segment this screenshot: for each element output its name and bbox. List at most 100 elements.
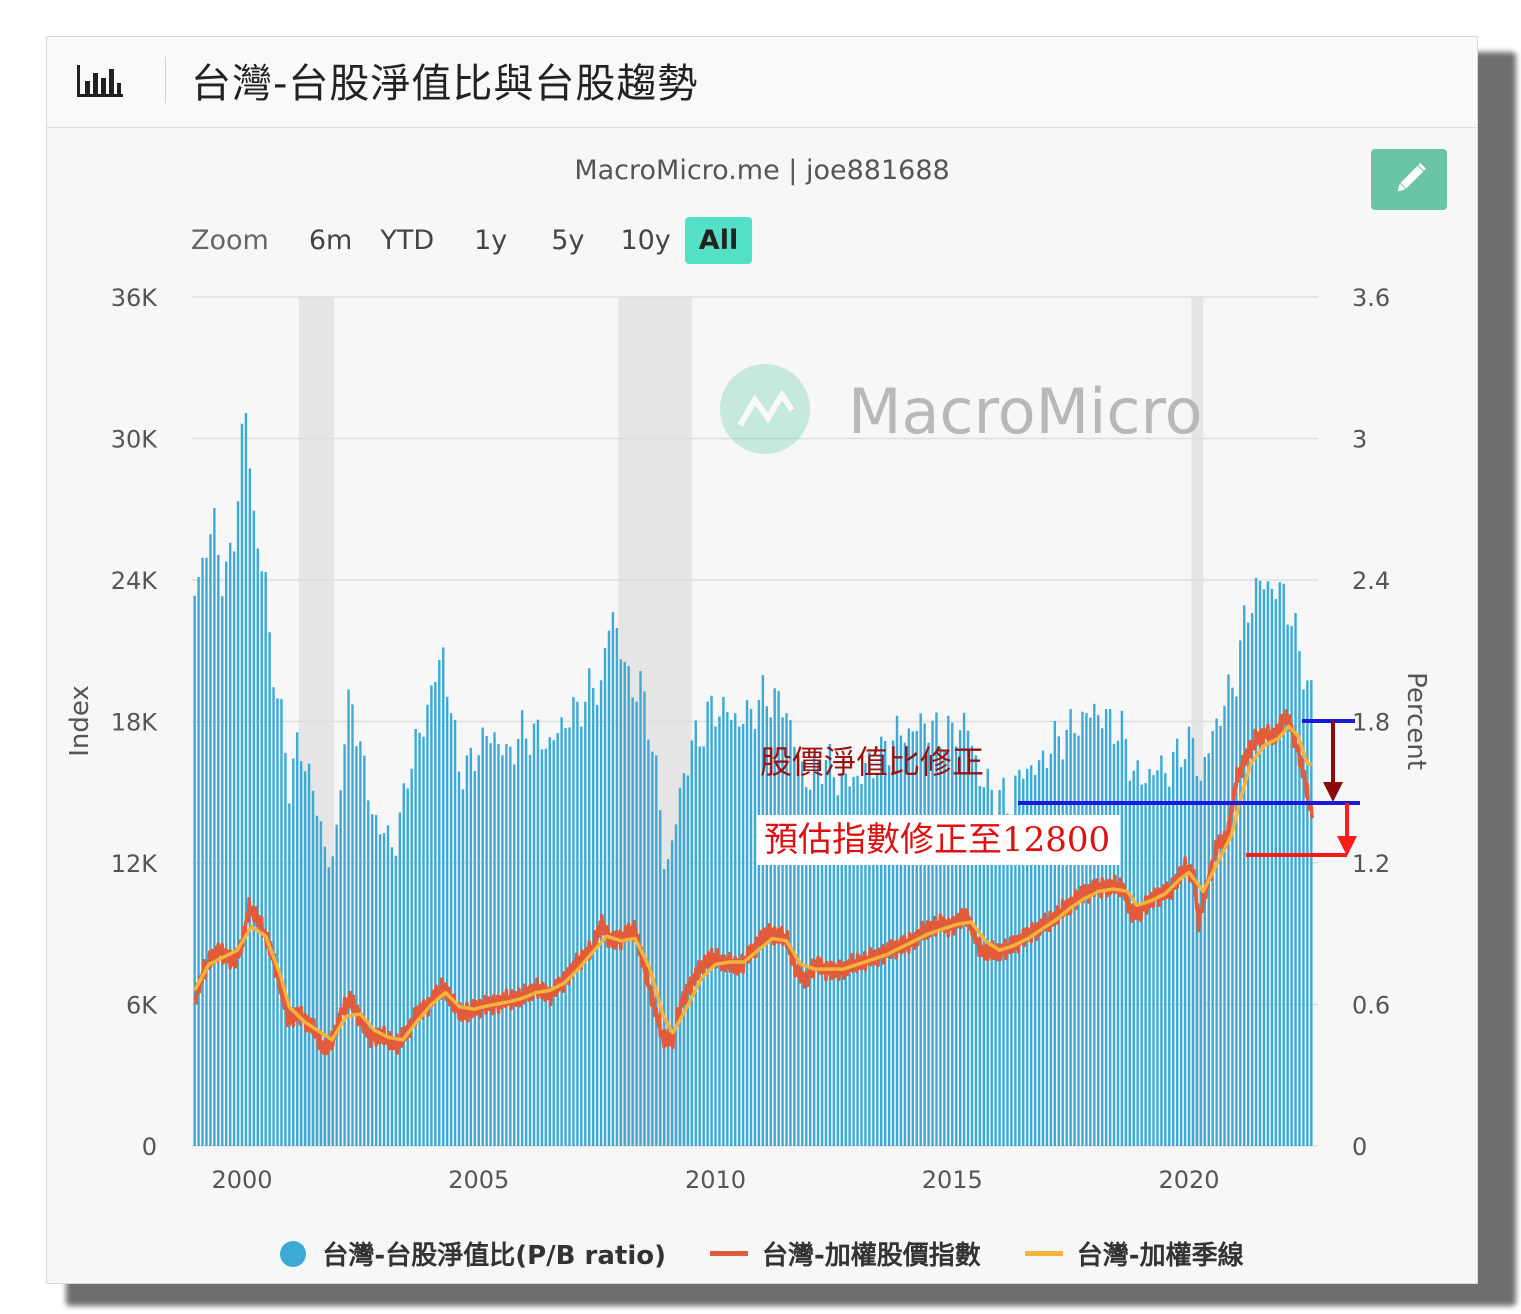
pb-bar: [1195, 776, 1199, 1146]
y-right-tick-label: 1.8: [1352, 709, 1390, 737]
y-right-tick-label: 0: [1352, 1133, 1367, 1161]
x-tick-label: 2020: [1158, 1166, 1219, 1194]
pb-bar: [438, 660, 441, 1146]
pb-bar: [974, 755, 978, 1146]
pb-bar: [1053, 720, 1057, 1146]
pb-bars: [193, 413, 1313, 1147]
pb-bar: [639, 671, 642, 1146]
pb-bar: [1049, 753, 1053, 1146]
chart-plot: 0 6K 12K 18K 24K 30K 36K 0 0.6 1.2 1.8 2.4 3 3.6 Index…: [65, 284, 1431, 1194]
pb-bar: [737, 726, 741, 1146]
pb-bar: [205, 557, 208, 1146]
pb-bar: [883, 741, 887, 1146]
pb-bar: [296, 732, 299, 1146]
pb-bar: [335, 824, 338, 1146]
pb-bar: [726, 712, 729, 1146]
pb-bar: [469, 747, 473, 1146]
pb-bar: [568, 727, 571, 1146]
pb-bar: [363, 755, 366, 1146]
pb-bar: [367, 800, 370, 1146]
pb-bar: [1085, 713, 1088, 1146]
pb-bar: [966, 730, 970, 1146]
pb-bar: [406, 788, 409, 1146]
pb-bar: [260, 571, 263, 1146]
pb-bar: [1294, 613, 1297, 1146]
y-right-tick-label: 3.6: [1352, 284, 1390, 312]
pb-bar: [1160, 755, 1163, 1146]
pb-bar: [710, 695, 713, 1146]
pb-bar: [280, 699, 283, 1146]
pb-bar: [564, 728, 567, 1146]
pb-bar: [734, 713, 737, 1146]
pb-bar: [548, 737, 551, 1146]
pb-bar: [524, 738, 528, 1146]
pb-bar: [1172, 751, 1175, 1146]
pb-bar: [1156, 770, 1159, 1146]
pb-bar: [1250, 613, 1254, 1146]
pb-bar: [1097, 715, 1100, 1146]
pb-bar: [1065, 729, 1068, 1146]
pb-bar: [513, 764, 516, 1146]
pb-bar: [209, 534, 212, 1146]
pb-bar: [1168, 786, 1171, 1146]
y-left-tick-label: 36K: [111, 284, 159, 312]
pb-bar: [228, 542, 232, 1146]
pb-bar: [540, 749, 544, 1146]
pb-bar: [1258, 580, 1262, 1146]
pb-bar: [749, 709, 753, 1146]
pb-bar: [576, 701, 579, 1146]
pb-bar: [1310, 680, 1313, 1146]
pb-bar: [1286, 624, 1289, 1146]
y-right-tick-label: 3: [1352, 426, 1367, 454]
pb-bar: [1246, 622, 1250, 1146]
pb-bar: [560, 717, 563, 1146]
pb-bar: [580, 726, 583, 1146]
pb-bar: [343, 744, 346, 1146]
pb-bar: [607, 630, 611, 1146]
pb-bar: [694, 720, 697, 1146]
pb-bar: [331, 856, 334, 1146]
pb-bar: [1266, 581, 1270, 1146]
pb-bar: [1235, 696, 1238, 1146]
pb-bar: [603, 648, 607, 1146]
pb-bar: [970, 745, 974, 1146]
pb-bar: [197, 577, 200, 1146]
pb-bar: [351, 704, 354, 1146]
pb-bar: [1270, 588, 1274, 1146]
pb-bar: [1239, 640, 1242, 1146]
pb-bar: [268, 632, 271, 1146]
pb-bar: [797, 756, 800, 1146]
pb-bar: [1120, 710, 1124, 1146]
pb-bar: [386, 825, 390, 1146]
pb-bar: [272, 687, 275, 1146]
pb-bar: [647, 739, 650, 1146]
pb-bar: [311, 790, 315, 1146]
pb-bar: [248, 468, 252, 1147]
pb-bar: [445, 696, 449, 1146]
pb-bar: [643, 691, 646, 1146]
pb-bar: [217, 554, 220, 1146]
pb-bar: [236, 501, 240, 1146]
pb-bar: [481, 727, 484, 1146]
pb-bar: [1278, 582, 1281, 1146]
pb-bar: [1077, 735, 1080, 1146]
pb-bar: [232, 551, 236, 1146]
pb-bar: [659, 810, 662, 1146]
pb-bar: [398, 812, 402, 1146]
pb-bar: [651, 751, 654, 1146]
pb-bar: [682, 773, 686, 1146]
pb-bar: [505, 744, 508, 1146]
y-left-tick-label: 30K: [111, 426, 159, 454]
watermark-text: MacroMicro: [848, 375, 1203, 448]
y-left-tick-label: 12K: [111, 850, 159, 878]
watermark-logo: [720, 364, 810, 454]
pb-bar: [714, 726, 717, 1146]
y-right-tick-label: 1.2: [1352, 850, 1390, 878]
pb-bar: [414, 729, 417, 1146]
pb-bar: [359, 741, 362, 1146]
pb-bar: [1215, 718, 1218, 1146]
pb-bar: [303, 771, 307, 1146]
pb-bar: [1081, 711, 1084, 1146]
pb-bar: [812, 754, 816, 1146]
pb-bar: [497, 743, 500, 1146]
